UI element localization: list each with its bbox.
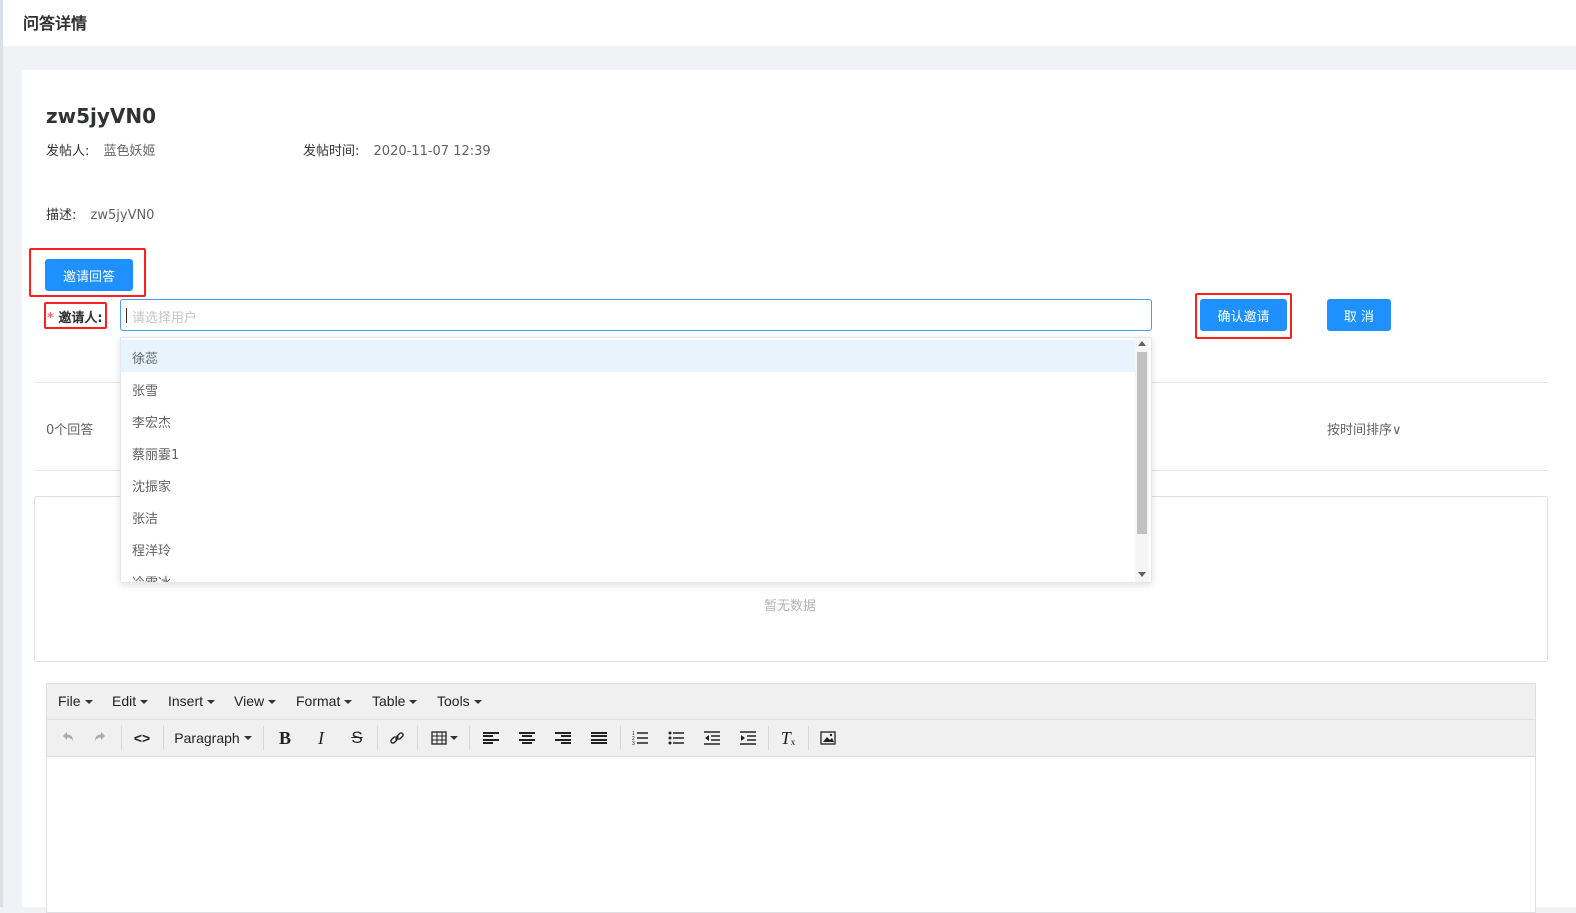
redo-icon[interactable]	[89, 726, 113, 750]
menu-tools[interactable]: Tools	[437, 693, 482, 709]
menu-insert[interactable]: Insert	[168, 693, 216, 709]
answer-count: 0个回答	[46, 423, 94, 438]
align-right-icon[interactable]	[551, 726, 575, 750]
block-format-dropdown[interactable]: Paragraph	[171, 726, 255, 750]
page-title: 问答详情	[23, 14, 88, 33]
clear-format-icon[interactable]: Tx	[776, 726, 800, 750]
menu-view[interactable]: View	[234, 693, 277, 709]
scroll-down-icon[interactable]	[1138, 572, 1146, 577]
user-option[interactable]: 张雪	[121, 372, 1135, 404]
table-icon[interactable]	[427, 726, 461, 750]
window-left-edge	[0, 0, 3, 907]
user-option[interactable]: 蔡丽霎1	[121, 436, 1135, 468]
invitee-label: * 邀请人:	[47, 307, 103, 326]
user-option[interactable]: 徐蕊	[121, 340, 1135, 372]
time-row: 发帖时间: 2020-11-07 12:39	[303, 140, 491, 159]
description-row: 描述: zw5jyVN0	[46, 204, 154, 223]
toolbar-separator	[163, 726, 164, 750]
toolbar-separator	[768, 726, 769, 750]
code-icon[interactable]: <>	[129, 726, 155, 750]
editor-toolbar: <> Paragraph B I S 123 T x	[47, 720, 1535, 757]
scroll-up-icon[interactable]	[1138, 341, 1146, 346]
user-select-input[interactable]: 请选择用户	[120, 299, 1152, 331]
toolbar-separator	[808, 726, 809, 750]
align-justify-icon[interactable]	[587, 726, 611, 750]
cancel-button[interactable]: 取 消	[1327, 299, 1391, 331]
svg-text:3: 3	[632, 741, 635, 746]
indent-icon[interactable]	[736, 726, 760, 750]
image-icon[interactable]	[816, 726, 840, 750]
dropdown-scrollbar[interactable]	[1135, 338, 1149, 582]
time-value: 2020-11-07 12:39	[373, 144, 491, 159]
align-left-icon[interactable]	[479, 726, 503, 750]
strikethrough-icon[interactable]: S	[345, 726, 369, 750]
menu-table[interactable]: Table	[372, 693, 418, 709]
numbered-list-icon[interactable]: 123	[628, 726, 652, 750]
toolbar-separator	[263, 726, 264, 750]
italic-icon[interactable]: I	[309, 726, 333, 750]
toolbar-separator	[417, 726, 418, 750]
sort-by-time-toggle[interactable]: 按时间排序∨	[1327, 419, 1402, 438]
description-label: 描述:	[46, 208, 77, 223]
description-value: zw5jyVN0	[90, 208, 155, 223]
invite-answer-button[interactable]: 邀请回答	[45, 259, 133, 291]
toolbar-separator	[469, 726, 470, 750]
confirm-invite-button[interactable]: 确认邀请	[1200, 299, 1287, 331]
author-label: 发帖人:	[46, 144, 90, 159]
undo-icon[interactable]	[55, 726, 79, 750]
toolbar-separator	[121, 726, 122, 750]
align-center-icon[interactable]	[515, 726, 539, 750]
page-header: 问答详情	[3, 0, 1576, 46]
toolbar-separator	[377, 726, 378, 750]
invitee-label-text: 邀请人:	[58, 311, 103, 326]
text-cursor	[126, 308, 127, 323]
user-option[interactable]: 程洋玲	[121, 532, 1135, 564]
outdent-icon[interactable]	[700, 726, 724, 750]
rich-text-editor: File Edit Insert View Format Table Tools…	[46, 683, 1536, 913]
user-select-placeholder: 请选择用户	[132, 311, 198, 326]
post-title: zw5jyVN0	[46, 104, 157, 128]
author-value: 蓝色妖姬	[103, 144, 156, 159]
time-label: 发帖时间:	[303, 144, 360, 159]
scrollbar-thumb[interactable]	[1137, 352, 1147, 534]
menu-edit[interactable]: Edit	[112, 693, 149, 709]
author-row: 发帖人: 蓝色妖姬	[46, 140, 156, 159]
user-option[interactable]: 张洁	[121, 500, 1135, 532]
menu-format[interactable]: Format	[296, 693, 353, 709]
user-option[interactable]: 冷雪冰	[121, 564, 1135, 582]
empty-state-text: 暂无数据	[764, 599, 817, 614]
toolbar-separator	[620, 726, 621, 750]
link-icon[interactable]	[385, 726, 409, 750]
user-select-dropdown: 徐蕊 张雪 李宏杰 蔡丽霎1 沈振家 张洁 程洋玲 冷雪冰	[120, 337, 1152, 583]
bold-icon[interactable]: B	[273, 726, 297, 750]
editor-menubar: File Edit Insert View Format Table Tools	[47, 684, 1535, 720]
bullet-list-icon[interactable]	[664, 726, 688, 750]
user-option[interactable]: 李宏杰	[121, 404, 1135, 436]
user-option[interactable]: 沈振家	[121, 468, 1135, 500]
required-mark: *	[47, 311, 54, 326]
menu-file[interactable]: File	[58, 693, 93, 709]
